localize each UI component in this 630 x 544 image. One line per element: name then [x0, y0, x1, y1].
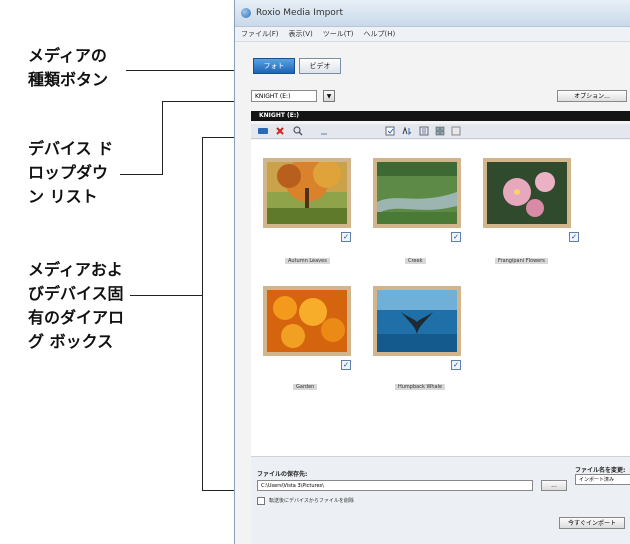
callout-dialog-line3: 有のダイアロ — [28, 308, 125, 327]
rename-label: ファイル名を変更: — [575, 467, 626, 474]
thumbnail-humpback-whale[interactable] — [373, 286, 461, 356]
chevron-down-icon[interactable]: ▼ — [323, 90, 335, 102]
photo-frame — [373, 286, 461, 356]
browse-button[interactable]: ... — [541, 480, 567, 491]
delete-after-import-checkbox[interactable] — [257, 497, 265, 505]
photo-frame — [263, 286, 351, 356]
checkbox-creek[interactable]: ✓ — [451, 232, 461, 242]
details-icon[interactable] — [451, 126, 461, 139]
caption-frangipani-flowers: Frangipani Flowers — [495, 258, 548, 264]
import-settings-panel: ファイルの保存先: C:\Users\Vista 3\Pictures\ ...… — [251, 456, 630, 544]
app-window: Roxio Media Import ファイル(F) 表示(V) ツール(T) … — [234, 0, 630, 544]
callout-dialog-line1: メディアおよ — [28, 260, 123, 279]
rename-input[interactable]: インポート済み — [575, 474, 630, 485]
photo-garden — [267, 290, 347, 352]
photo-frame — [483, 158, 571, 228]
leader-device-v — [162, 101, 163, 175]
thumbnail-area: ✓ Autumn Leaves ✓ Creek ✓ Frangipani Flo… — [251, 140, 630, 456]
view-icon[interactable] — [419, 126, 429, 139]
bracket-dialog-v — [202, 137, 203, 490]
app-icon — [241, 8, 251, 18]
photo-frame — [373, 158, 461, 228]
checkbox-garden[interactable]: ✓ — [341, 360, 351, 370]
callout-media-dialog: メディアおよ びデバイス固 有のダイアロ グ ボックス — [28, 258, 124, 354]
callout-dialog-line2: びデバイス固 — [28, 284, 124, 303]
photo-frame — [263, 158, 351, 228]
checkbox-autumn-leaves[interactable]: ✓ — [341, 232, 351, 242]
menu-help[interactable]: ヘルプ(H) — [364, 29, 396, 39]
menu-tools[interactable]: ツール(T) — [323, 29, 354, 39]
caption-humpback-whale: Humpback Whale — [395, 384, 446, 390]
rotate-icon[interactable] — [319, 126, 329, 139]
thumbnail-autumn-leaves[interactable] — [263, 158, 351, 228]
photo-autumn-leaves — [267, 158, 347, 224]
caption-garden: Garden — [293, 384, 318, 390]
title-bar: Roxio Media Import — [235, 0, 630, 27]
menu-view[interactable]: 表示(V) — [289, 29, 313, 39]
caption-autumn-leaves: Autumn Leaves — [285, 258, 330, 264]
leader-media-type — [126, 70, 250, 71]
sort-icon[interactable] — [401, 126, 413, 139]
delete-after-import-label: 転送後にデバイスからファイルを削除 — [269, 498, 354, 504]
callout-device-line3: ン リスト — [28, 187, 98, 206]
tab-video[interactable]: ビデオ — [299, 58, 341, 74]
tab-photo[interactable]: フォト — [253, 58, 295, 74]
leader-dialog-h — [130, 295, 202, 296]
callout-dialog-line4: グ ボックス — [28, 332, 114, 351]
leader-device-h1 — [120, 174, 162, 175]
zoom-icon[interactable] — [293, 126, 303, 139]
callout-media-type-line2: 種類ボタン — [28, 70, 109, 89]
photo-humpback-whale — [377, 290, 457, 352]
callout-device-dropdown: デバイス ド ロップダウ ン リスト — [28, 137, 113, 209]
menu-file[interactable]: ファイル(F) — [241, 29, 279, 39]
options-button[interactable]: オプション... — [557, 90, 627, 102]
toolbar — [251, 124, 630, 139]
window-title: Roxio Media Import — [256, 8, 344, 18]
media-type-tabs: フォト ビデオ — [253, 58, 345, 74]
device-dropdown[interactable]: KNIGHT (E:) — [251, 90, 317, 102]
save-location-label: ファイルの保存先: — [257, 471, 308, 478]
grid-icon[interactable] — [435, 126, 445, 139]
callout-media-type: メディアの 種類ボタン — [28, 44, 108, 92]
menu-bar: ファイル(F) 表示(V) ツール(T) ヘルプ(H) — [235, 27, 630, 42]
move-icon[interactable] — [257, 126, 269, 139]
callout-device-line2: ロップダウ — [28, 163, 109, 182]
photo-creek — [377, 162, 457, 224]
delete-icon[interactable] — [275, 126, 285, 139]
photo-frangipani-flowers — [487, 162, 567, 224]
checkbox-frangipani-flowers[interactable]: ✓ — [569, 232, 579, 242]
device-bar: KNIGHT (E:) — [251, 111, 630, 121]
checkbox-humpback-whale[interactable]: ✓ — [451, 360, 461, 370]
caption-creek: Creek — [405, 258, 426, 264]
callout-device-line1: デバイス ド — [28, 139, 114, 158]
callout-media-type-line1: メディアの — [28, 46, 107, 65]
select-all-icon[interactable] — [385, 126, 395, 139]
import-now-button[interactable]: 今すぐインポート — [559, 517, 625, 529]
thumbnail-frangipani-flowers[interactable] — [483, 158, 571, 228]
thumbnail-garden[interactable] — [263, 286, 351, 356]
save-path-input[interactable]: C:\Users\Vista 3\Pictures\ — [257, 480, 533, 491]
thumbnail-creek[interactable] — [373, 158, 461, 228]
